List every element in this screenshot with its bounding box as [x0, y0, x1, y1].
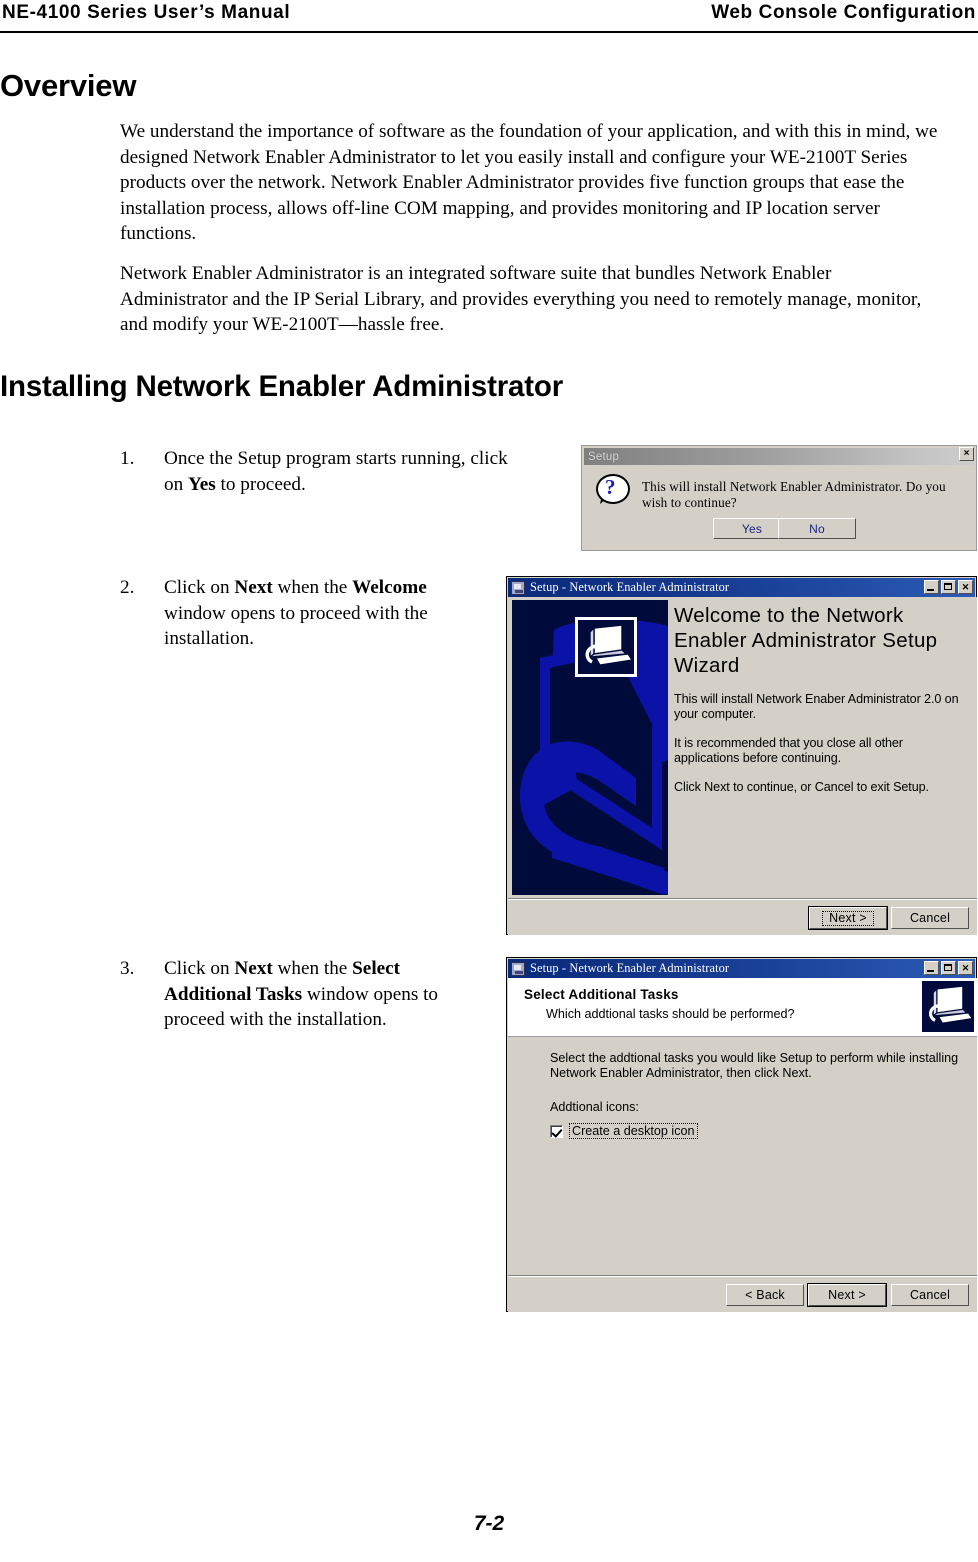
step-number: 3. — [120, 958, 135, 979]
create-desktop-icon-checkbox[interactable] — [550, 1124, 563, 1138]
wizard-titlebar[interactable]: Setup - Network Enabler Administrator ✕ — [508, 578, 975, 597]
step-item-3: 3. Click on Next when the Select Additio… — [120, 956, 450, 1033]
step-text: Once the Setup program starts running, c… — [164, 446, 520, 497]
step-text-after: window opens to proceed with the install… — [164, 602, 428, 650]
page-footer: 7-2 — [0, 1512, 978, 1536]
step-text-mid: when the — [272, 958, 353, 979]
question-glyph: ? — [605, 475, 616, 499]
cancel-button-label: Cancel — [909, 911, 951, 925]
wizard-titlebar[interactable]: Setup - Network Enabler Administrator ✕ — [508, 959, 975, 978]
next-button-label: Next > — [828, 1288, 866, 1302]
paragraph-overview-2: Network Enabler Administrator is an inte… — [120, 263, 922, 336]
create-desktop-icon-row[interactable]: Create a desktop icon — [550, 1123, 698, 1139]
back-button[interactable]: < Back — [726, 1284, 804, 1306]
cancel-button[interactable]: Cancel — [891, 907, 969, 929]
step-text-after: to proceed. — [215, 473, 306, 495]
header-divider-rule — [0, 31, 978, 33]
select-additional-tasks-window[interactable]: Setup - Network Enabler Administrator ✕ … — [506, 957, 977, 1312]
page-number: 7-2 — [473, 1512, 505, 1535]
close-icon[interactable]: ✕ — [958, 580, 973, 594]
wizard-title: Setup - Network Enabler Administrator — [530, 961, 730, 975]
monitor-network-icon — [922, 981, 974, 1032]
additional-icons-label: Addtional icons: — [550, 1100, 639, 1114]
dialog-titlebar[interactable]: Setup — [584, 448, 974, 465]
page-header-title: Select Additional Tasks — [524, 987, 679, 1002]
wizard-page-body: Select the addtional tasks you would lik… — [508, 1037, 977, 1275]
dialog-message: This will install Network Enabler Admini… — [642, 479, 946, 510]
step-item-1: 1. Once the Setup program starts running… — [120, 446, 520, 497]
close-icon[interactable]: ✕ — [958, 961, 973, 975]
step-emphasis: Next — [234, 958, 273, 979]
welcome-wizard-window[interactable]: Setup - Network Enabler Administrator ✕ — [506, 576, 977, 935]
wizard-page-header: Select Additional Tasks Which addtional … — [508, 978, 977, 1037]
no-button-label: No — [809, 521, 825, 536]
header-left-title: NE-4100 Series User’s Manual — [2, 2, 291, 23]
step-emphasis: Yes — [187, 473, 216, 495]
step-text: Click on Next when the Select Additional… — [164, 956, 450, 1033]
no-button[interactable]: No — [778, 518, 856, 539]
step-emphasis: Next — [234, 577, 273, 598]
step-number: 2. — [120, 577, 135, 598]
step-text-before: Click on — [164, 577, 235, 598]
yes-button-label: Yes — [741, 521, 763, 536]
maximize-icon[interactable] — [941, 580, 956, 594]
header-right-title: Web Console Configuration — [711, 2, 976, 23]
window-controls: ✕ — [924, 961, 973, 975]
step-item-2: 2. Click on Next when the Welcome window… — [120, 575, 460, 652]
next-button-label: Next > — [822, 910, 874, 926]
step-text: Click on Next when the Welcome window op… — [164, 575, 460, 652]
setup-app-icon — [511, 961, 525, 976]
page-header: NE-4100 Series User’s Manual Web Console… — [0, 0, 978, 34]
question-mark-icon: ? — [596, 474, 630, 508]
wizard-body: Welcome to the Network Enabler Administr… — [508, 597, 977, 898]
step-text-mid: when the — [272, 577, 353, 598]
create-desktop-icon-label: Create a desktop icon — [569, 1123, 698, 1139]
minimize-icon[interactable] — [924, 961, 939, 975]
wizard-paragraph-1: This will install Network Enaber Adminis… — [674, 692, 959, 721]
next-button[interactable]: Next > — [807, 1283, 887, 1307]
step-text-before: Click on — [164, 958, 235, 979]
wizard-title: Setup - Network Enabler Administrator — [530, 580, 730, 594]
minimize-icon[interactable] — [924, 580, 939, 594]
wizard-button-bar: Next > Cancel — [508, 898, 977, 935]
next-button[interactable]: Next > — [808, 906, 888, 930]
window-controls: ✕ — [924, 580, 973, 594]
paragraph-overview-1: We understand the importance of software… — [120, 121, 938, 245]
cancel-button-label: Cancel — [909, 1288, 951, 1302]
setup-confirmation-dialog[interactable]: Setup × ? This will install Network Enab… — [581, 445, 977, 551]
wizard-button-bar: < Back Next > Cancel — [508, 1275, 977, 1312]
wizard-banner-graphic — [512, 600, 668, 895]
tasks-description: Select the addtional tasks you would lik… — [550, 1051, 959, 1080]
step-emphasis-2: Welcome — [352, 577, 427, 598]
heading-installing: Installing Network Enabler Administrator — [0, 370, 563, 403]
back-button-label: < Back — [745, 1288, 785, 1302]
wizard-paragraph-3: Click Next to continue, or Cancel to exi… — [674, 780, 929, 794]
maximize-icon[interactable] — [941, 961, 956, 975]
close-icon[interactable]: × — [959, 447, 974, 461]
heading-overview: Overview — [0, 68, 137, 103]
setup-app-icon — [511, 580, 525, 595]
step-number: 1. — [120, 448, 135, 469]
wizard-text-column: Welcome to the Network Enabler Administr… — [674, 603, 970, 809]
cancel-button[interactable]: Cancel — [891, 1284, 969, 1306]
wizard-paragraph-2: It is recommended that you close all oth… — [674, 736, 903, 765]
page-header-subtitle: Which addtional tasks should be performe… — [546, 1007, 795, 1021]
dialog-title: Setup — [588, 450, 620, 463]
wizard-heading: Welcome to the Network Enabler Administr… — [674, 604, 938, 677]
monitor-network-icon — [575, 617, 637, 677]
